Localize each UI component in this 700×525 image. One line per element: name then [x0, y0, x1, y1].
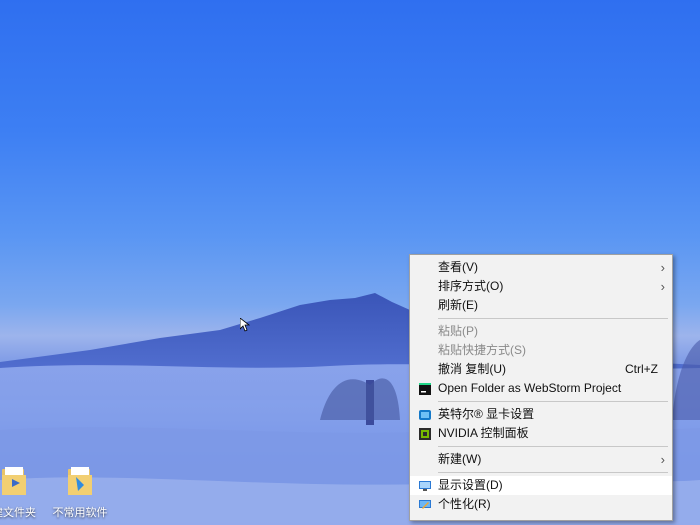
menu-item-label: Open Folder as WebStorm Project [438, 381, 622, 395]
menu-item-sort-by[interactable]: 排序方式(O) › [410, 277, 672, 296]
menu-item-shortcut: Ctrl+Z [625, 362, 658, 376]
menu-item-personalize[interactable]: 个性化(R) [410, 495, 672, 514]
desktop-context-menu: 查看(V) › 排序方式(O) › 刷新(E) 粘贴(P) 粘贴快捷方式(S) … [409, 254, 673, 521]
menu-item-nvidia-control-panel[interactable]: NVIDIA 控制面板 [410, 424, 672, 443]
menu-item-label: 查看(V) [438, 260, 478, 274]
menu-item-view[interactable]: 查看(V) › [410, 258, 672, 277]
menu-item-new[interactable]: 新建(W) › [410, 450, 672, 469]
menu-item-paste[interactable]: 粘贴(P) [410, 322, 672, 341]
menu-item-open-webstorm[interactable]: Open Folder as WebStorm Project [410, 379, 672, 398]
menu-item-label: 新建(W) [438, 452, 482, 466]
mouse-cursor-icon [240, 318, 250, 332]
menu-item-display-settings[interactable]: 显示设置(D) [410, 476, 672, 495]
intel-graphics-icon [419, 410, 431, 420]
display-settings-icon [419, 481, 431, 491]
desktop-icon-label: 建文件夹 [0, 506, 36, 519]
menu-item-label: 显示设置(D) [438, 478, 503, 492]
menu-separator [438, 472, 668, 473]
menu-separator [438, 446, 668, 447]
menu-separator [438, 401, 668, 402]
personalize-icon [419, 500, 431, 509]
menu-item-label: 粘贴(P) [438, 324, 478, 338]
menu-item-paste-shortcut[interactable]: 粘贴快捷方式(S) [410, 341, 672, 360]
menu-item-label: 个性化(R) [438, 497, 491, 511]
desktop-icon-rarely-used-software[interactable]: 不常用软件 [46, 465, 114, 520]
menu-item-undo-copy[interactable]: 撤消 复制(U) Ctrl+Z [410, 360, 672, 379]
webstorm-icon [419, 383, 431, 395]
desktop-icon-label: 不常用软件 [52, 506, 108, 519]
folder-icon [68, 467, 92, 495]
desktop-icon-new-folder[interactable]: 建文件夹 [0, 465, 48, 520]
chevron-right-icon: › [660, 260, 665, 275]
menu-item-refresh[interactable]: 刷新(E) [410, 296, 672, 315]
menu-item-label: 撤消 复制(U) [438, 362, 506, 376]
menu-item-label: 英特尔® 显卡设置 [438, 407, 535, 421]
menu-separator [438, 318, 668, 319]
folder-icon [2, 467, 26, 495]
nvidia-icon [419, 428, 431, 440]
chevron-right-icon: › [660, 279, 665, 294]
menu-item-intel-graphics[interactable]: 英特尔® 显卡设置 [410, 405, 672, 424]
chevron-right-icon: › [660, 452, 665, 467]
menu-item-label: NVIDIA 控制面板 [438, 426, 529, 440]
menu-item-label: 排序方式(O) [438, 279, 504, 293]
menu-item-label: 刷新(E) [438, 298, 478, 312]
menu-item-label: 粘贴快捷方式(S) [438, 343, 526, 357]
